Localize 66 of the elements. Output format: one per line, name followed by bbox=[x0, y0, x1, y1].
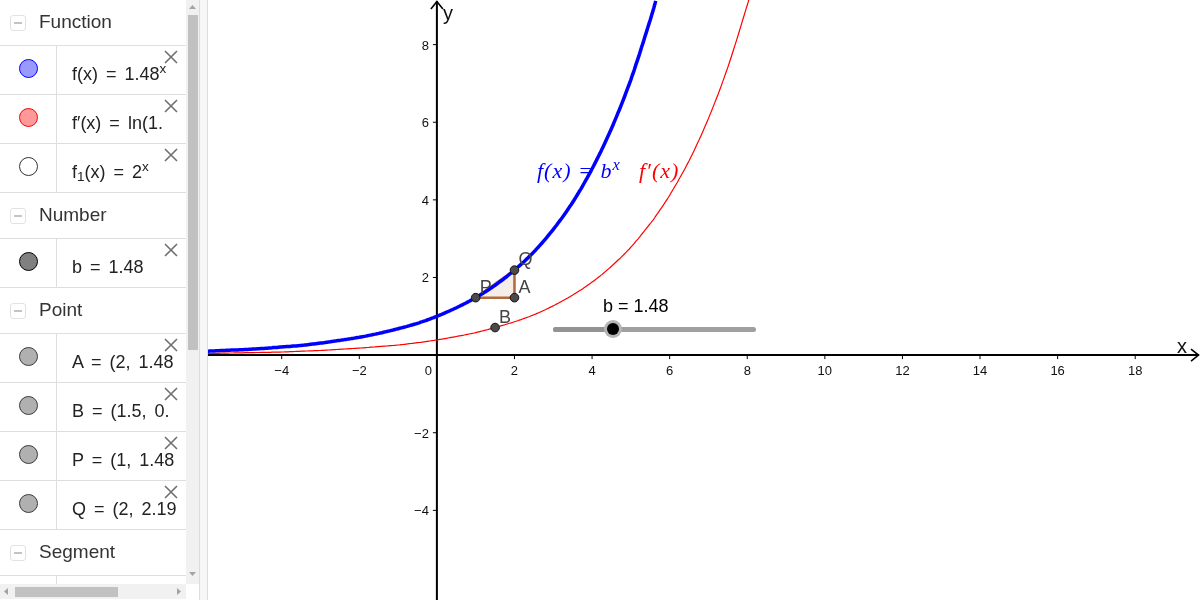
tick-label: 12 bbox=[895, 363, 910, 379]
minus-icon bbox=[14, 214, 22, 217]
algebra-text: f(x) = 1.48$^{x}$ bbox=[72, 65, 167, 83]
tick-label: 8 bbox=[421, 37, 429, 53]
point-marker bbox=[470, 292, 481, 303]
axis-label: x bbox=[1177, 335, 1187, 358]
delete-button[interactable] bbox=[163, 242, 179, 257]
close-icon bbox=[164, 484, 178, 499]
origin-label: 0 bbox=[424, 363, 432, 379]
delete-button[interactable] bbox=[163, 386, 179, 401]
close-icon bbox=[164, 98, 178, 113]
algebra-text: A = (2, 1.48 bbox=[72, 353, 174, 371]
group-heading: Segment bbox=[39, 540, 116, 565]
delete-button[interactable] bbox=[163, 337, 179, 352]
tick-label: 14 bbox=[972, 363, 988, 379]
point-label: A bbox=[518, 276, 531, 297]
tick-label: 2 bbox=[510, 363, 519, 379]
tick-label: −2 bbox=[351, 363, 367, 379]
tick-label: 6 bbox=[666, 363, 674, 379]
tick-label: 2 bbox=[421, 270, 429, 286]
close-icon bbox=[164, 435, 178, 450]
tick-label: 10 bbox=[817, 363, 833, 379]
group-heading: Point bbox=[39, 298, 83, 323]
axis-label: y bbox=[442, 2, 453, 24]
close-icon bbox=[164, 337, 178, 352]
algebra-text: P = (1, 1.48 bbox=[72, 451, 175, 469]
close-icon bbox=[164, 386, 178, 401]
tick-label: −4 bbox=[414, 503, 429, 519]
group-heading: Function bbox=[39, 10, 112, 35]
tick-label: 6 bbox=[421, 115, 429, 131]
algebra-text: Q = (2, 2.19 bbox=[72, 500, 177, 518]
minus-icon bbox=[14, 551, 22, 554]
algebra-text: f$_{1}$(x) = 2$^{x}$ bbox=[72, 163, 149, 181]
delete-button[interactable] bbox=[163, 98, 179, 113]
point-marker bbox=[509, 292, 520, 303]
tick-label: 8 bbox=[743, 363, 751, 379]
minus-icon bbox=[14, 21, 22, 24]
tick-label: 18 bbox=[1128, 363, 1143, 379]
point-marker bbox=[509, 265, 520, 275]
close-icon bbox=[164, 242, 178, 257]
algebra-text: f′(x) = ln(1. bbox=[72, 114, 163, 132]
curve-label: f′(x) bbox=[639, 158, 680, 184]
point-marker bbox=[490, 322, 500, 333]
scrollbar-thumb[interactable] bbox=[15, 586, 118, 597]
close-icon bbox=[164, 49, 178, 64]
close-icon bbox=[164, 147, 178, 162]
delete-button[interactable] bbox=[163, 49, 179, 64]
slider-track[interactable] bbox=[553, 320, 756, 338]
group-heading: Number bbox=[39, 203, 107, 228]
slider-label: b = 1.48 bbox=[603, 295, 669, 317]
algebra-text: B = (1.5, 0. bbox=[72, 402, 170, 420]
point-label: B bbox=[499, 306, 512, 327]
tick-label: −4 bbox=[274, 363, 290, 379]
algebra-text: b = 1.48 bbox=[72, 258, 144, 276]
slider-thumb[interactable] bbox=[604, 320, 623, 338]
tick-label: 16 bbox=[1050, 363, 1065, 379]
tick-label: 4 bbox=[421, 192, 429, 208]
delete-button[interactable] bbox=[163, 484, 179, 499]
scrollbar-thumb[interactable] bbox=[187, 15, 198, 350]
horizontal-scrollbar[interactable] bbox=[0, 584, 186, 599]
tick-label: −2 bbox=[414, 425, 429, 441]
vertical-scrollbar[interactable] bbox=[186, 0, 199, 584]
minus-icon bbox=[14, 309, 22, 312]
delete-button[interactable] bbox=[163, 435, 179, 450]
tick-label: 4 bbox=[588, 363, 596, 379]
delete-button[interactable] bbox=[163, 147, 179, 162]
